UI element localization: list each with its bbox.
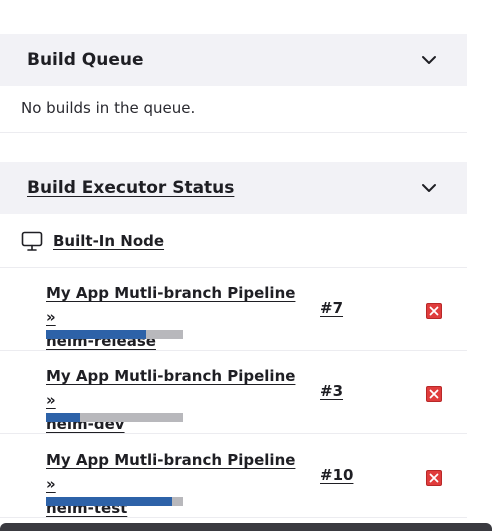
build-queue-title: Build Queue	[27, 50, 144, 70]
build-executor-status-link[interactable]: Build Executor Status	[27, 178, 467, 198]
executor-progress-bar[interactable]	[46, 497, 183, 506]
executor-build-number-link[interactable]: #7	[320, 299, 343, 317]
chevron-down-icon[interactable]	[421, 52, 437, 68]
executor-row: My App Mutli-branch Pipeline » helm-rele…	[0, 268, 467, 351]
executor-job-link[interactable]: My App Mutli-branch Pipeline » helm-rele…	[46, 281, 296, 353]
executor-job-link[interactable]: My App Mutli-branch Pipeline » helm-test	[46, 448, 296, 520]
executor-progress-bar[interactable]	[46, 413, 183, 422]
built-in-node-link[interactable]: Built-In Node	[53, 232, 164, 250]
bottom-bar	[0, 523, 492, 531]
executor-row: My App Mutli-branch Pipeline » helm-dev …	[0, 351, 467, 434]
node-row: Built-In Node	[0, 214, 467, 268]
stop-build-icon[interactable]	[426, 303, 442, 319]
stop-build-icon[interactable]	[426, 386, 442, 402]
executor-job-link[interactable]: My App Mutli-branch Pipeline » helm-dev	[46, 364, 296, 436]
executor-progress-fill	[46, 413, 81, 422]
build-executor-status-header: Build Executor Status	[0, 162, 467, 214]
executor-row: My App Mutli-branch Pipeline » helm-test…	[0, 435, 467, 518]
executor-job-pipeline: My App Mutli-branch Pipeline »	[46, 451, 296, 493]
stop-build-icon[interactable]	[426, 470, 442, 486]
executor-progress-fill	[46, 497, 173, 506]
executor-progress-fill	[46, 330, 146, 339]
executor-build-number-link[interactable]: #10	[320, 466, 353, 484]
chevron-down-icon[interactable]	[421, 180, 437, 196]
executor-job-pipeline: My App Mutli-branch Pipeline »	[46, 284, 296, 326]
executor-progress-bar[interactable]	[46, 330, 183, 339]
build-queue-empty-text: No builds in the queue.	[21, 99, 196, 117]
divider	[0, 132, 467, 133]
build-queue-header: Build Queue	[0, 34, 467, 86]
executor-job-pipeline: My App Mutli-branch Pipeline »	[46, 367, 296, 409]
computer-icon	[21, 231, 43, 251]
executor-build-number-link[interactable]: #3	[320, 382, 343, 400]
